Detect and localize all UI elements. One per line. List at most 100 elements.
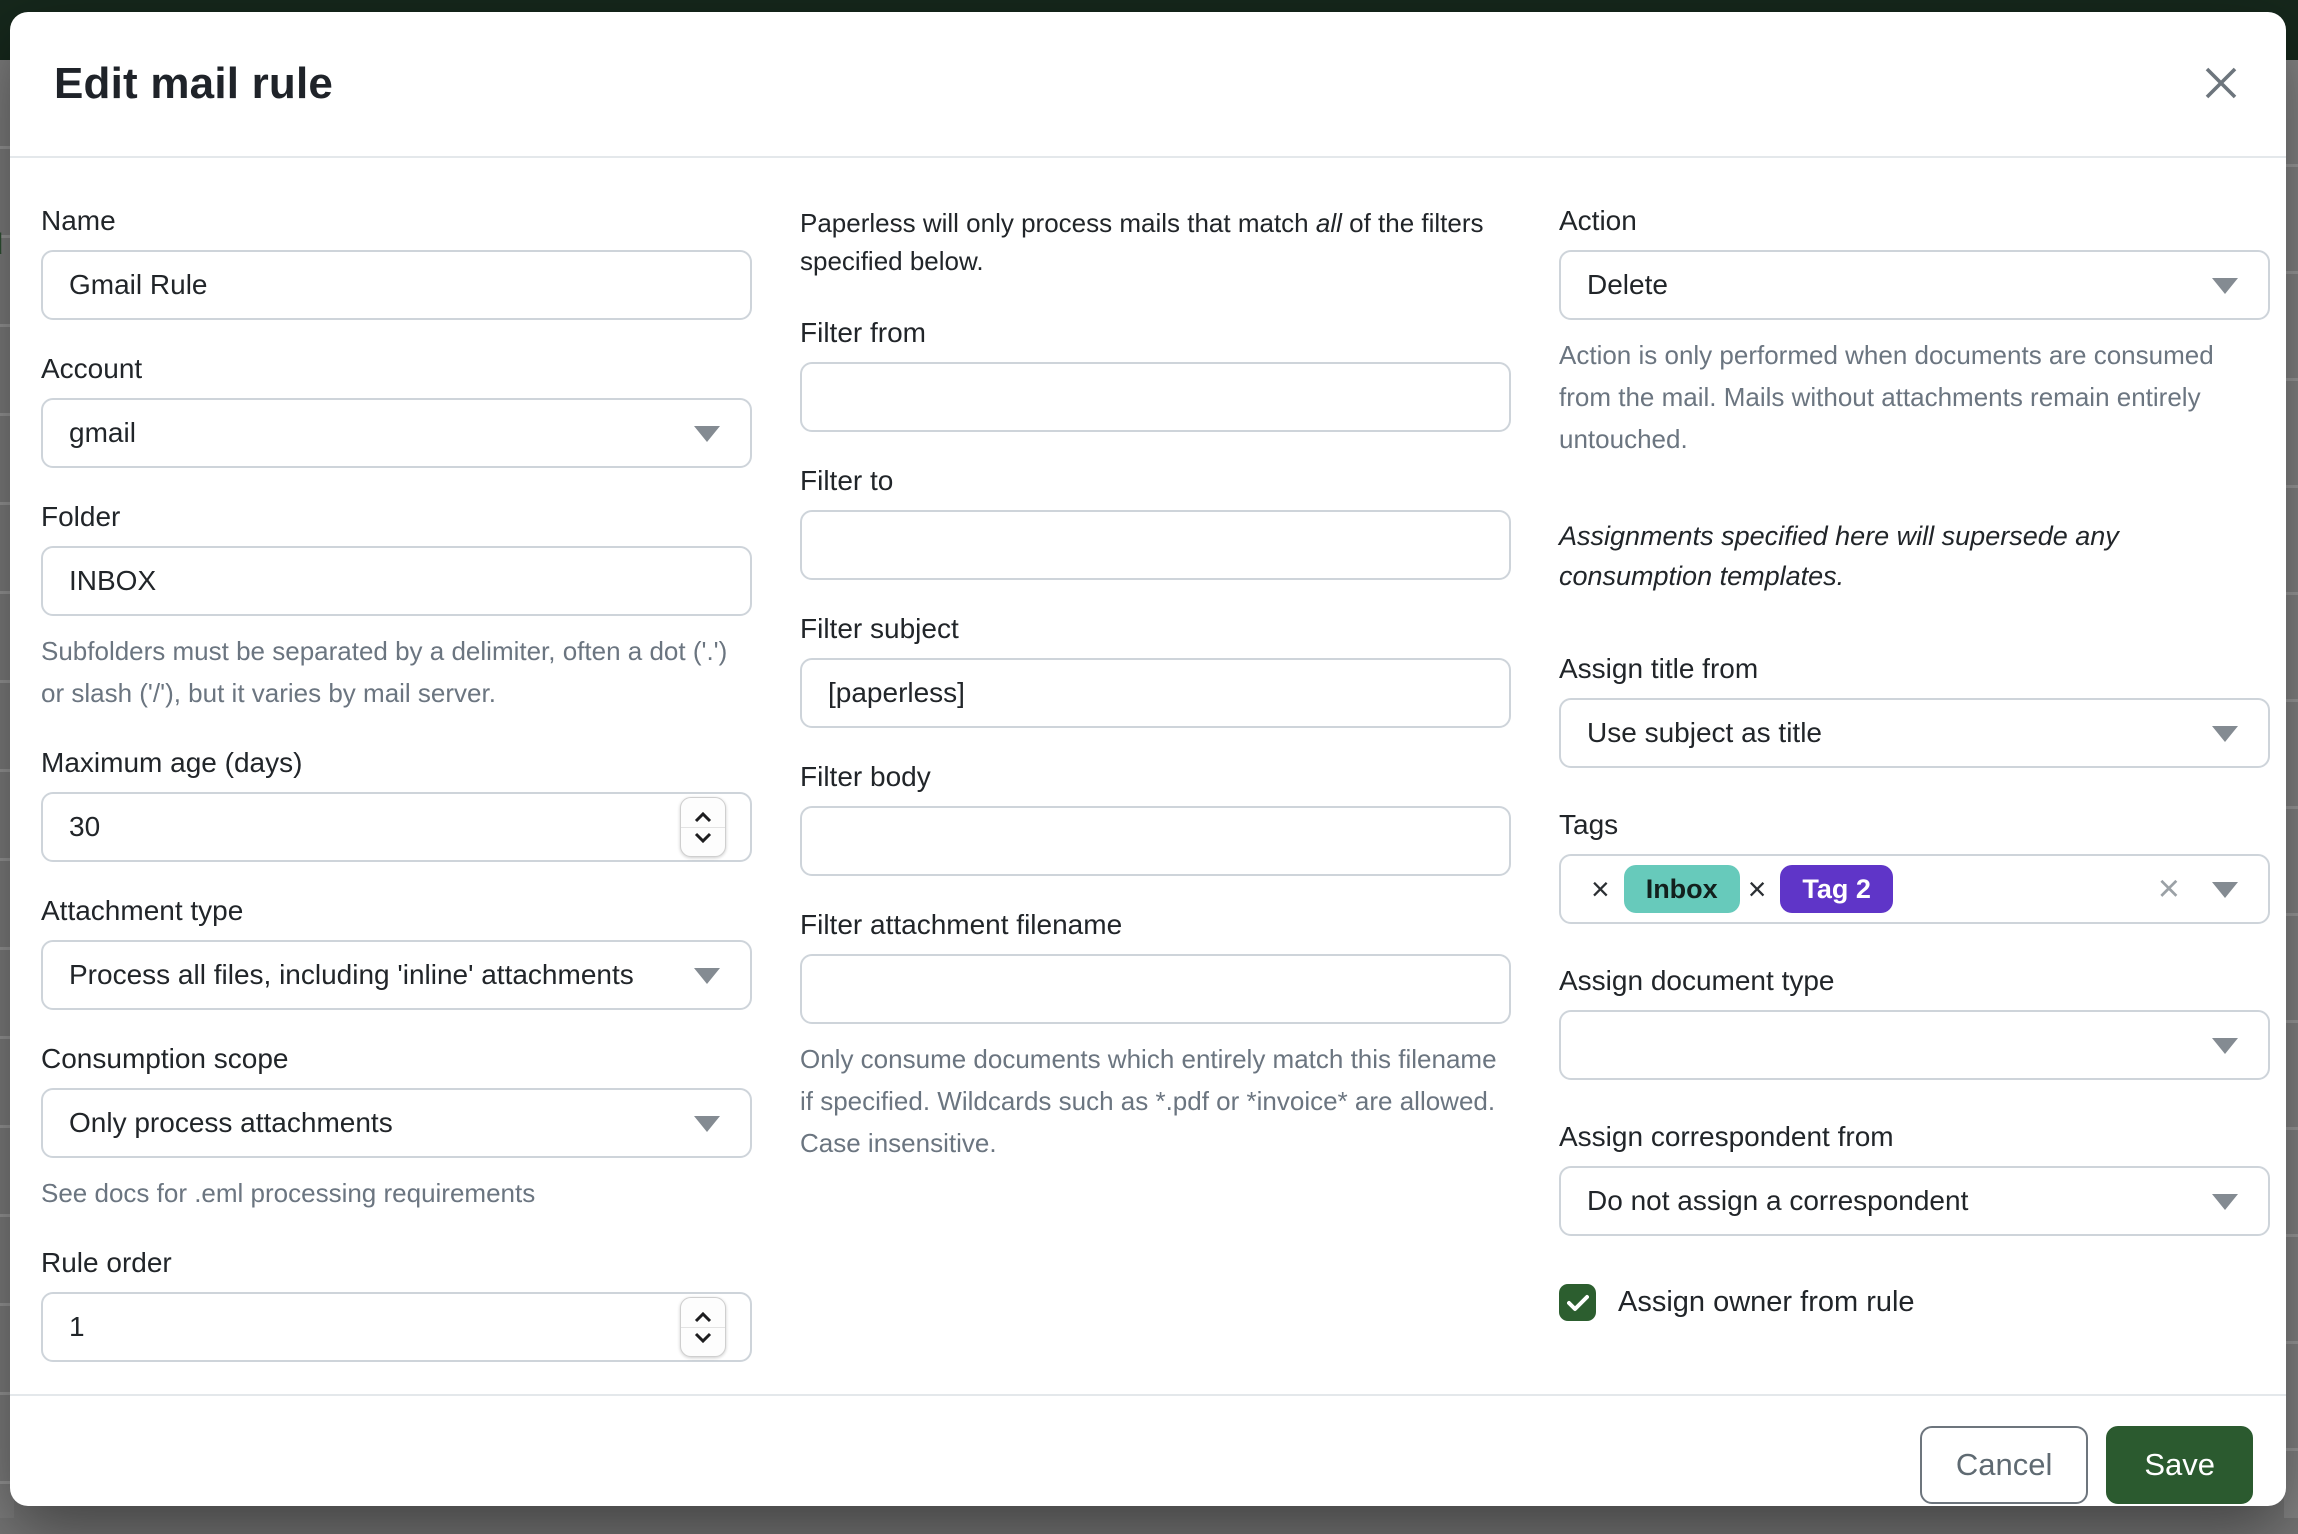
filter-to-label: Filter to — [800, 464, 1511, 498]
background-clipped-text: d — [0, 228, 3, 262]
chevron-down-icon — [2212, 278, 2238, 294]
stepper-up-icon — [694, 812, 712, 823]
account-select-value: gmail — [69, 417, 136, 449]
chevron-down-icon — [2212, 1194, 2238, 1210]
assign-correspondent-from-select-value: Do not assign a correspondent — [1587, 1185, 1968, 1217]
action-select[interactable]: Delete — [1559, 250, 2270, 320]
remove-tag-icon[interactable]: × — [1748, 873, 1767, 905]
filter-body-input[interactable] — [800, 806, 1511, 876]
filter-attachment-filename-label: Filter attachment filename — [800, 908, 1511, 942]
filter-subject-field-group: Filter subject — [800, 612, 1511, 728]
assign-title-from-label: Assign title from — [1559, 652, 2270, 686]
column-filters: Paperless will only process mails that m… — [800, 204, 1511, 1394]
intro-italic-word: all — [1316, 208, 1342, 238]
action-help-text: Action is only performed when documents … — [1559, 334, 2270, 460]
max-age-stepper[interactable] — [680, 797, 726, 857]
consumption-scope-help-text: See docs for .eml processing requirement… — [41, 1172, 752, 1214]
assign-correspondent-from-select[interactable]: Do not assign a correspondent — [1559, 1166, 2270, 1236]
attachment-type-select[interactable]: Process all files, including 'inline' at… — [41, 940, 752, 1010]
account-field-group: Account gmail — [41, 352, 752, 468]
name-label: Name — [41, 204, 752, 238]
modal-body: Name Account gmail Folder Subfolders mus… — [10, 158, 2286, 1394]
attachment-type-select-value: Process all files, including 'inline' at… — [69, 959, 634, 991]
assign-title-from-field-group: Assign title from Use subject as title — [1559, 652, 2270, 768]
assign-title-from-select[interactable]: Use subject as title — [1559, 698, 2270, 768]
chevron-down-icon — [694, 426, 720, 442]
edit-mail-rule-modal: Edit mail rule Name Account gmail — [10, 12, 2286, 1506]
max-age-field-group: Maximum age (days) — [41, 746, 752, 862]
tags-multiselect[interactable]: × Inbox × Tag 2 × — [1559, 854, 2270, 924]
assign-owner-label: Assign owner from rule — [1618, 1286, 1915, 1319]
name-input[interactable] — [41, 250, 752, 320]
folder-label: Folder — [41, 500, 752, 534]
background-page-right-edge — [2284, 60, 2298, 1518]
assign-owner-checkbox-row[interactable]: Assign owner from rule — [1559, 1284, 2270, 1321]
assignments-note-text: Assignments specified here will supersed… — [1559, 516, 2270, 596]
filter-from-field-group: Filter from — [800, 316, 1511, 432]
filter-to-input[interactable] — [800, 510, 1511, 580]
checkmark-icon — [1567, 1294, 1589, 1312]
close-icon — [2200, 62, 2242, 104]
action-field-group: Action Delete Action is only performed w… — [1559, 204, 2270, 460]
assign-document-type-label: Assign document type — [1559, 964, 2270, 998]
folder-input[interactable] — [41, 546, 752, 616]
folder-help-text: Subfolders must be separated by a delimi… — [41, 630, 752, 714]
filter-from-input[interactable] — [800, 362, 1511, 432]
folder-field-group: Folder Subfolders must be separated by a… — [41, 500, 752, 714]
account-label: Account — [41, 352, 752, 386]
account-select[interactable]: gmail — [41, 398, 752, 468]
chevron-down-icon — [2212, 882, 2238, 898]
rule-order-input[interactable] — [41, 1292, 752, 1362]
filter-attachment-filename-help-text: Only consume documents which entirely ma… — [800, 1038, 1511, 1164]
consumption-scope-field-group: Consumption scope Only process attachmen… — [41, 1042, 752, 1214]
column-general: Name Account gmail Folder Subfolders mus… — [41, 204, 752, 1394]
cancel-button[interactable]: Cancel — [1920, 1426, 2089, 1504]
filter-from-label: Filter from — [800, 316, 1511, 350]
consumption-scope-select-value: Only process attachments — [69, 1107, 393, 1139]
action-select-value: Delete — [1587, 269, 1668, 301]
name-field-group: Name — [41, 204, 752, 320]
close-button[interactable] — [2200, 62, 2242, 104]
tag-badge-tag2[interactable]: Tag 2 — [1780, 865, 1893, 913]
filter-body-field-group: Filter body — [800, 760, 1511, 876]
tag-badge-inbox[interactable]: Inbox — [1624, 865, 1740, 913]
filter-subject-input[interactable] — [800, 658, 1511, 728]
filter-attachment-filename-input[interactable] — [800, 954, 1511, 1024]
stepper-up-icon — [694, 1312, 712, 1323]
modal-title: Edit mail rule — [54, 59, 333, 109]
assign-correspondent-from-label: Assign correspondent from — [1559, 1120, 2270, 1154]
remove-tag-icon[interactable]: × — [1591, 873, 1610, 905]
tags-field-group: Tags × Inbox × Tag 2 × — [1559, 808, 2270, 924]
filter-subject-label: Filter subject — [800, 612, 1511, 646]
attachment-type-label: Attachment type — [41, 894, 752, 928]
filters-intro-text: Paperless will only process mails that m… — [800, 204, 1511, 280]
assign-document-type-select[interactable] — [1559, 1010, 2270, 1080]
rule-order-label: Rule order — [41, 1246, 752, 1280]
chevron-down-icon — [2212, 1038, 2238, 1054]
max-age-label: Maximum age (days) — [41, 746, 752, 780]
assign-correspondent-from-field-group: Assign correspondent from Do not assign … — [1559, 1120, 2270, 1236]
consumption-scope-select[interactable]: Only process attachments — [41, 1088, 752, 1158]
action-label: Action — [1559, 204, 2270, 238]
filter-attachment-filename-field-group: Filter attachment filename Only consume … — [800, 908, 1511, 1164]
chevron-down-icon — [694, 1116, 720, 1132]
chevron-down-icon — [2212, 726, 2238, 742]
assign-title-from-select-value: Use subject as title — [1587, 717, 1822, 749]
column-actions: Action Delete Action is only performed w… — [1559, 204, 2270, 1394]
assign-owner-checkbox[interactable] — [1559, 1284, 1596, 1321]
filter-to-field-group: Filter to — [800, 464, 1511, 580]
chevron-down-icon — [694, 968, 720, 984]
tags-label: Tags — [1559, 808, 2270, 842]
stepper-down-icon — [694, 832, 712, 843]
assign-document-type-field-group: Assign document type — [1559, 964, 2270, 1080]
rule-order-field-group: Rule order — [41, 1246, 752, 1362]
max-age-input[interactable] — [41, 792, 752, 862]
rule-order-stepper[interactable] — [680, 1297, 726, 1357]
clear-tags-icon[interactable]: × — [2158, 870, 2180, 908]
attachment-type-field-group: Attachment type Process all files, inclu… — [41, 894, 752, 1010]
modal-header: Edit mail rule — [10, 12, 2286, 158]
consumption-scope-label: Consumption scope — [41, 1042, 752, 1076]
save-button[interactable]: Save — [2106, 1426, 2253, 1504]
modal-footer: Cancel Save — [10, 1394, 2286, 1534]
filter-body-label: Filter body — [800, 760, 1511, 794]
